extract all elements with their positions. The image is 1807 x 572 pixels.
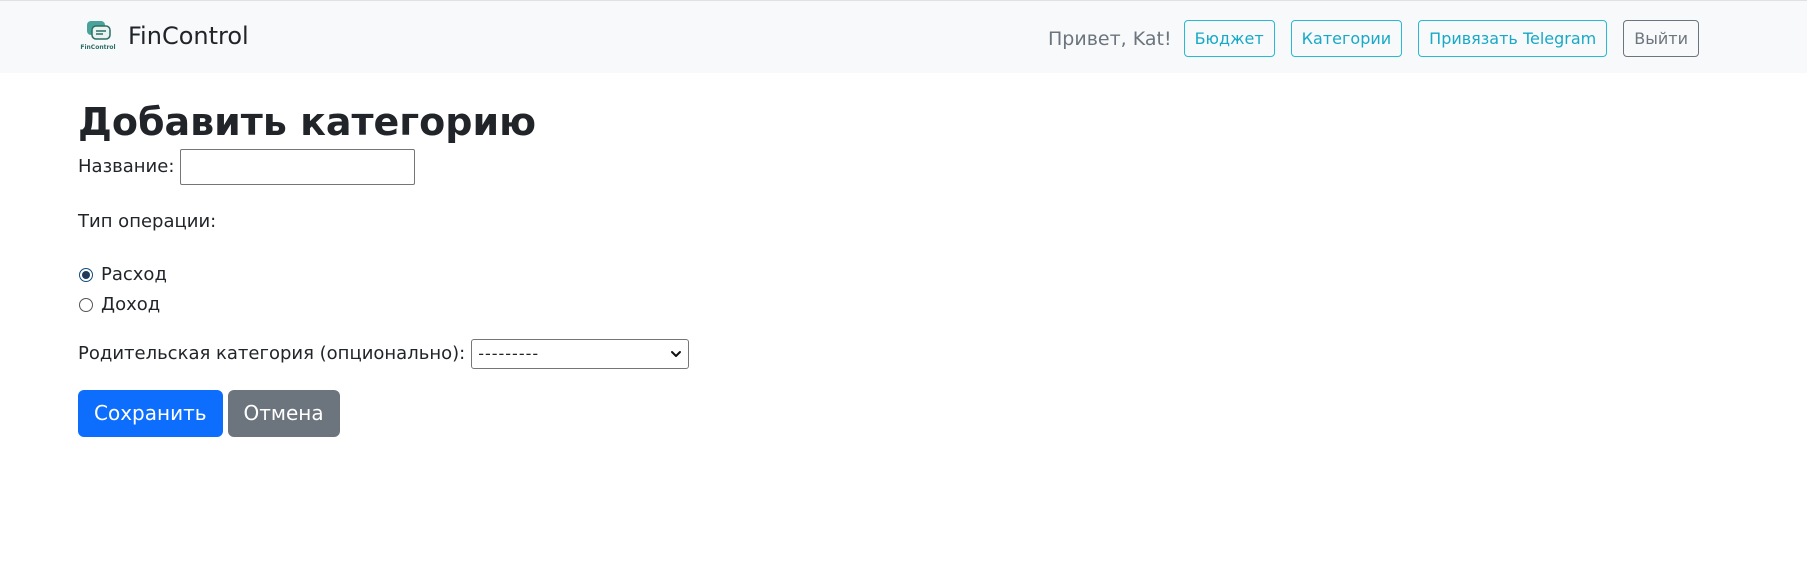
- categories-button[interactable]: Категории: [1290, 20, 1403, 57]
- form-actions: Сохранить Отмена: [78, 389, 1728, 437]
- chevron-down-icon: [671, 350, 682, 357]
- parent-category-select[interactable]: ---------: [471, 338, 690, 369]
- top-navbar: FinControl FinControl Привет, Kat! Бюдже…: [0, 0, 1807, 73]
- brand-link[interactable]: FinControl FinControl: [80, 18, 249, 54]
- income-radio[interactable]: [79, 297, 93, 312]
- budget-button[interactable]: Бюджет: [1183, 20, 1275, 57]
- svg-text:FinControl: FinControl: [80, 44, 115, 51]
- name-field-row: Название:: [78, 148, 1728, 186]
- main-content: Добавить категорию Название: Тип операци…: [78, 100, 1728, 437]
- operation-type-radio-group: Расход Доход: [78, 260, 1728, 320]
- user-greeting: Привет, Kat!: [1048, 27, 1172, 50]
- fincontrol-logo-icon: FinControl: [80, 18, 116, 54]
- nav-actions: Привет, Kat! Бюджет Категории Привязать …: [1048, 20, 1699, 57]
- radio-option-expense[interactable]: Расход: [78, 260, 1728, 290]
- radio-option-income[interactable]: Доход: [78, 290, 1728, 320]
- link-telegram-button[interactable]: Привязать Telegram: [1418, 20, 1608, 57]
- parent-category-selected: ---------: [478, 344, 540, 364]
- parent-category-label: Родительская категория (опционально):: [78, 343, 466, 365]
- name-input[interactable]: [180, 148, 416, 185]
- expense-radio[interactable]: [79, 267, 93, 282]
- expense-label[interactable]: Расход: [101, 264, 167, 285]
- logout-button[interactable]: Выйти: [1623, 20, 1699, 57]
- income-label[interactable]: Доход: [101, 294, 160, 315]
- brand-name: FinControl: [128, 22, 249, 50]
- page-title: Добавить категорию: [78, 100, 537, 144]
- parent-category-row: Родительская категория (опционально): --…: [78, 338, 1728, 370]
- save-button[interactable]: Сохранить: [78, 389, 223, 437]
- name-label: Название:: [78, 156, 175, 178]
- operation-type-label: Тип операции:: [78, 210, 217, 232]
- cancel-button[interactable]: Отмена: [227, 389, 340, 437]
